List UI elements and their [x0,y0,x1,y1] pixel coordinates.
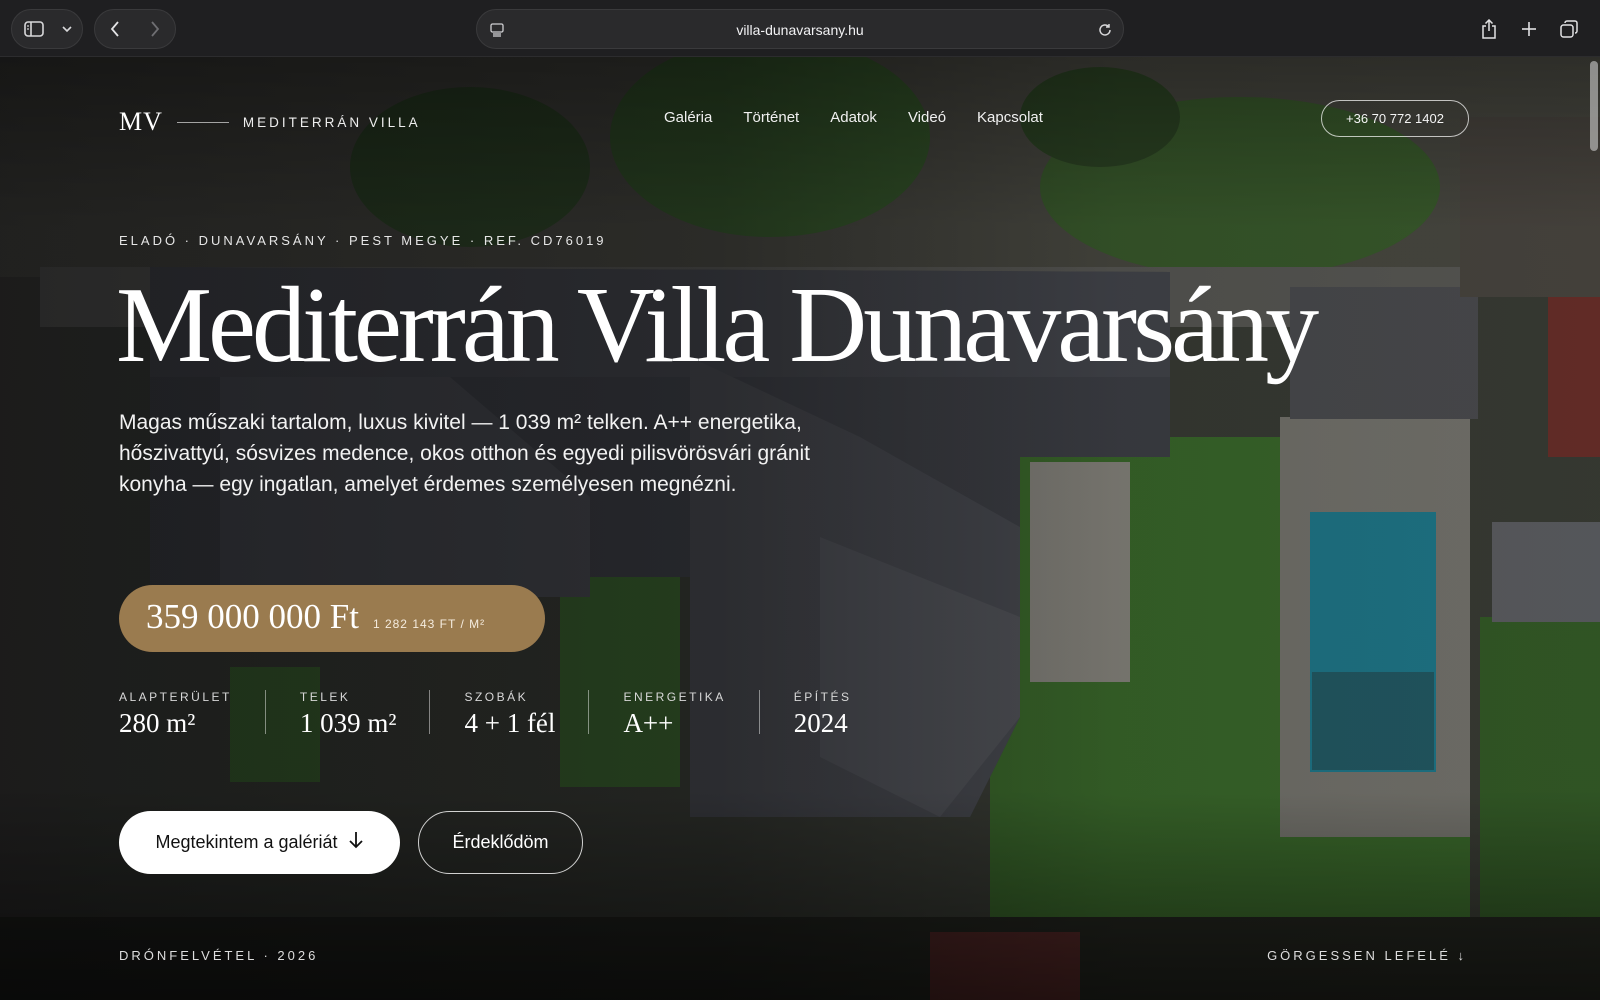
nav-item-galeria[interactable]: Galéria [664,109,712,126]
logo-monogram: MV [119,107,163,136]
sidebar-icon[interactable] [12,9,56,49]
stat-label: ALAPTERÜLET [119,690,232,704]
tab-overview-icon[interactable] [1552,9,1586,49]
stat-alapterulet: ALAPTERÜLET 280 m² [119,690,266,738]
url-text: villa-dunavarsany.hu [736,22,864,38]
stat-label: ÉPÍTÉS [793,690,852,704]
sidebar-toggle-group[interactable] [11,9,83,49]
listing-eyebrow: ELADÓ · DUNAVARSÁNY · PEST MEGYE · REF. … [119,233,607,248]
page-scrollbar[interactable] [1590,61,1598,151]
address-bar[interactable]: villa-dunavarsany.hu [476,9,1124,49]
logo-divider [176,121,229,123]
price-badge: 359 000 000 Ft 1 282 143 FT / M² [119,585,545,652]
logo-wordmark: MEDITERRÁN VILLA [242,114,421,130]
stat-value: 4 + 1 fél [464,708,556,738]
nav-item-video[interactable]: Videó [908,109,946,126]
nav-item-tortenet[interactable]: Történet [743,109,799,126]
stat-telek: TELEK 1 039 m² [299,690,431,738]
stat-value: A++ [623,708,674,738]
stat-value: 280 m² [119,708,196,738]
stat-label: TELEK [299,690,351,704]
stat-label: SZOBÁK [464,690,529,704]
scroll-hint[interactable]: GÖRGESSEN LEFELÉ ↓ [1267,948,1467,963]
hero-description: Magas műszaki tartalom, luxus kivitel — … [119,411,811,496]
price-value: 359 000 000 Ft [146,597,359,636]
hero-section: MV MEDITERRÁN VILLA Galéria Történet Ada… [0,57,1600,1000]
forward-icon[interactable] [135,9,175,49]
view-gallery-label: Megtekintem a galériát [155,832,338,852]
phone-button[interactable]: +36 70 772 1402 [1321,100,1469,137]
arrow-down-icon [348,831,364,854]
site-logo[interactable]: MV MEDITERRÁN VILLA [119,107,421,137]
chevron-down-icon[interactable] [56,9,78,49]
reload-icon[interactable] [1095,10,1115,50]
new-tab-icon[interactable] [1512,9,1546,49]
browser-actions [1472,9,1586,49]
stat-energetika: ENERGETIKA A++ [623,690,760,738]
nav-item-adatok[interactable]: Adatok [830,109,877,126]
price-per-sqm: 1 282 143 FT / M² [372,617,486,631]
inquire-button[interactable]: Érdeklődöm [418,811,583,874]
main-nav: Galéria Történet Adatok Videó Kapcsolat [664,109,1043,126]
back-icon[interactable] [95,9,135,49]
stat-label: ENERGETIKA [623,690,726,704]
key-facts: ALAPTERÜLET 280 m² TELEK 1 039 m² SZOBÁK… [119,690,918,738]
share-icon[interactable] [1472,9,1506,49]
photo-caption: DRÓNFELVÉTEL · 2026 [119,948,319,963]
page-title: Mediterrán Villa Dunavarsány [116,266,1319,385]
browser-toolbar: villa-dunavarsany.hu [0,0,1600,57]
stat-epites: ÉPÍTÉS 2024 [793,690,885,738]
nav-item-kapcsolat[interactable]: Kapcsolat [977,109,1043,126]
stat-szobak: SZOBÁK 4 + 1 fél [464,690,590,738]
stat-value: 1 039 m² [299,708,397,738]
history-nav-group [94,9,176,49]
stat-value: 2024 [793,708,848,738]
view-gallery-button[interactable]: Megtekintem a galériát [119,811,400,874]
